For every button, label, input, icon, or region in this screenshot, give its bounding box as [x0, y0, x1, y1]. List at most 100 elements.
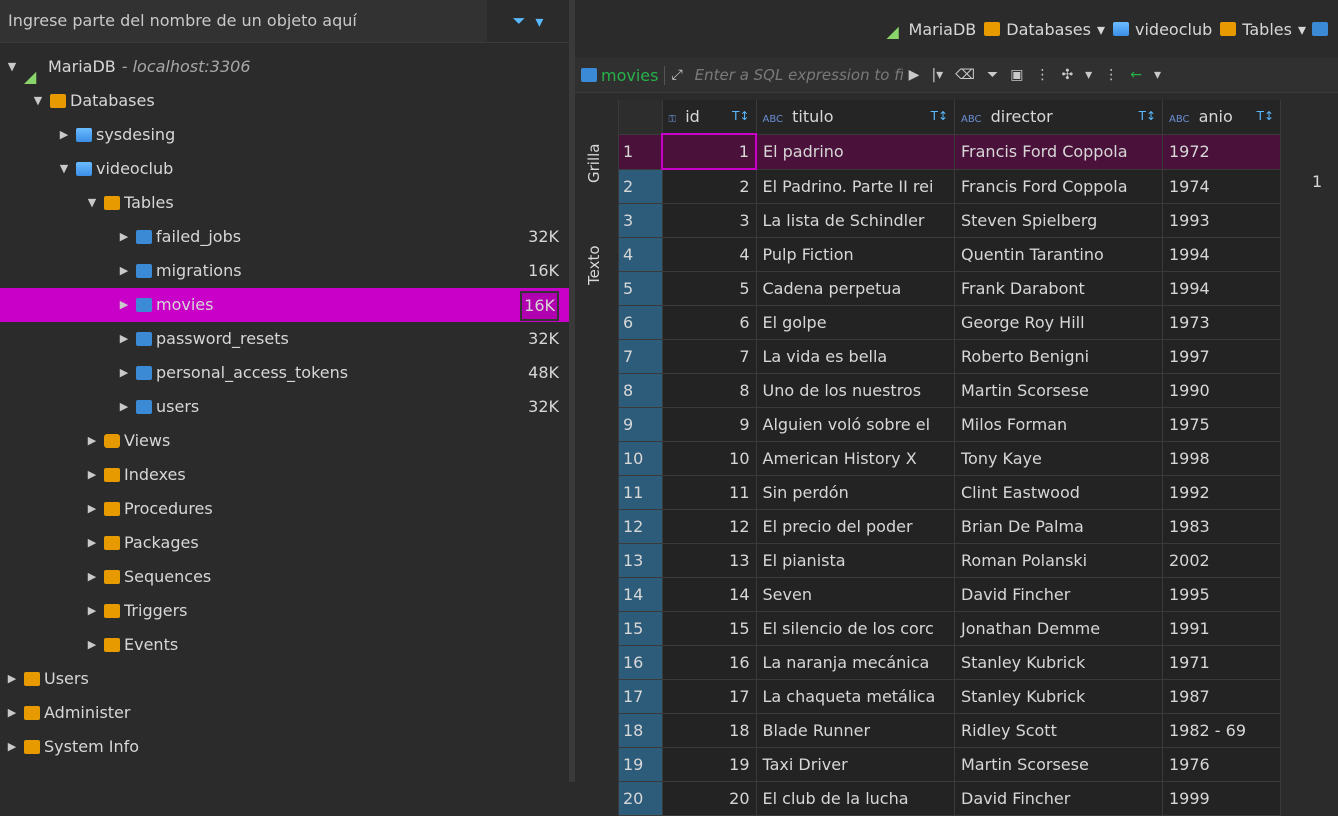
- row-number-cell[interactable]: 13: [618, 543, 663, 578]
- chevron-right-icon[interactable]: ▶: [6, 696, 18, 730]
- chevron-down-icon[interactable]: ▼: [58, 152, 70, 186]
- tree-item-databases[interactable]: ▼ Databases: [0, 84, 569, 118]
- table-row[interactable]: 18 18 Blade Runner Ridley Scott 1982 - 69: [618, 713, 1281, 748]
- run-filter-icon[interactable]: ▶: [909, 67, 920, 83]
- cell-director[interactable]: George Roy Hill: [954, 305, 1163, 340]
- table-row[interactable]: 11 11 Sin perdón Clint Eastwood 1992: [618, 475, 1281, 510]
- cell-id[interactable]: 1: [661, 133, 757, 170]
- row-number-cell[interactable]: 19: [618, 747, 663, 782]
- cell-director[interactable]: Martin Scorsese: [954, 747, 1163, 782]
- cell-anio[interactable]: 1998: [1162, 441, 1281, 476]
- chevron-down-icon[interactable]: ▾: [1097, 20, 1105, 39]
- table-row[interactable]: 12 12 El precio del poder Brian De Palma 198…: [618, 509, 1281, 544]
- cell-titulo[interactable]: La naranja mecánica: [756, 645, 955, 680]
- erase-filter-icon[interactable]: ⌫: [955, 67, 975, 83]
- cell-director[interactable]: Tony Kaye: [954, 441, 1163, 476]
- cell-director[interactable]: Roberto Benigni: [954, 339, 1163, 374]
- row-number-cell[interactable]: 2: [618, 169, 663, 204]
- row-number-cell[interactable]: 10: [618, 441, 663, 476]
- row-number-cell[interactable]: 15: [618, 611, 663, 646]
- tree-item-packages[interactable]: ▶ Packages: [0, 526, 569, 560]
- tree-item-indexes[interactable]: ▶ Indexes: [0, 458, 569, 492]
- row-number-cell[interactable]: 6: [618, 305, 663, 340]
- cell-titulo[interactable]: Alguien voló sobre el: [756, 407, 955, 442]
- cell-titulo[interactable]: American History X: [756, 441, 955, 476]
- tree-item-database[interactable]: ▶ sysdesing: [0, 118, 569, 152]
- column-header-anio[interactable]: ABC anio T↕: [1162, 100, 1281, 135]
- filter-dropdown-icon[interactable]: ▾: [535, 12, 543, 31]
- row-number-cell[interactable]: 17: [618, 679, 663, 714]
- cell-anio[interactable]: 1991: [1162, 611, 1281, 646]
- cell-id[interactable]: 11: [662, 475, 757, 510]
- cell-titulo[interactable]: Seven: [756, 577, 955, 612]
- row-number-cell[interactable]: 14: [618, 577, 663, 612]
- column-header-director[interactable]: ABC director T↕: [954, 100, 1163, 135]
- cell-anio[interactable]: 1999: [1162, 781, 1281, 816]
- cell-titulo[interactable]: Cadena perpetua: [756, 271, 955, 306]
- filter-icon[interactable]: ⏷: [513, 11, 526, 31]
- row-number-cell[interactable]: 4: [618, 237, 663, 272]
- cell-anio[interactable]: 1973: [1162, 305, 1281, 340]
- dropdown-icon[interactable]: ▾: [1154, 67, 1161, 83]
- tree-item-triggers[interactable]: ▶ Triggers: [0, 594, 569, 628]
- tree-item-database[interactable]: ▼ videoclub: [0, 152, 569, 186]
- table-row[interactable]: 4 4 Pulp Fiction Quentin Tarantino 1994: [618, 237, 1281, 272]
- table-row[interactable]: 2 2 El Padrino. Parte II rei Francis Ford C…: [618, 169, 1281, 204]
- column-filter-icon[interactable]: T↕: [1257, 109, 1274, 123]
- tab-grilla[interactable]: Grilla: [585, 118, 617, 208]
- cell-titulo[interactable]: El precio del poder: [756, 509, 955, 544]
- cell-anio[interactable]: 1997: [1162, 339, 1281, 374]
- row-number-cell[interactable]: 9: [618, 407, 663, 442]
- cell-id[interactable]: 15: [662, 611, 757, 646]
- table-row[interactable]: 14 14 Seven David Fincher 1995: [618, 577, 1281, 612]
- column-filter-icon[interactable]: T↕: [1139, 109, 1156, 123]
- cell-id[interactable]: 3: [662, 203, 757, 238]
- row-number-cell[interactable]: 11: [618, 475, 663, 510]
- cell-anio[interactable]: 1995: [1162, 577, 1281, 612]
- cell-anio[interactable]: 1992: [1162, 475, 1281, 510]
- cell-anio[interactable]: 2002: [1162, 543, 1281, 578]
- cell-director[interactable]: Ridley Scott: [954, 713, 1163, 748]
- tree-item-events[interactable]: ▶ Events: [0, 628, 569, 662]
- cell-anio[interactable]: 1974: [1162, 169, 1281, 204]
- column-filter-icon[interactable]: T↕: [732, 109, 749, 123]
- cell-anio[interactable]: 1993: [1162, 203, 1281, 238]
- cell-id[interactable]: 2: [662, 169, 757, 204]
- filter-history-icon[interactable]: |▾: [931, 67, 943, 83]
- results-tab[interactable]: movies: [575, 65, 666, 85]
- tree-item-users[interactable]: ▶ Users: [0, 662, 569, 696]
- tree-item-table[interactable]: ▶ failed_jobs 32K: [0, 220, 569, 254]
- chevron-right-icon[interactable]: ▶: [86, 458, 98, 492]
- tab-texto[interactable]: Texto: [585, 220, 617, 310]
- column-header-titulo[interactable]: ABC titulo T↕: [756, 100, 955, 135]
- chevron-right-icon[interactable]: ▶: [118, 220, 130, 254]
- cell-director[interactable]: Stanley Kubrick: [954, 645, 1163, 680]
- cell-id[interactable]: 7: [662, 339, 757, 374]
- cell-anio[interactable]: 1982 - 69: [1162, 713, 1281, 748]
- cell-director[interactable]: Steven Spielberg: [954, 203, 1163, 238]
- crumb-databases[interactable]: Databases ▾: [984, 20, 1105, 39]
- table-row[interactable]: 13 13 El pianista Roman Polanski 2002: [618, 543, 1281, 578]
- cell-titulo[interactable]: El silencio de los corc: [756, 611, 955, 646]
- crumb-connection[interactable]: ◢ MariaDB: [887, 20, 977, 42]
- cell-titulo[interactable]: El pianista: [756, 543, 955, 578]
- cell-id[interactable]: 17: [662, 679, 757, 714]
- cell-titulo[interactable]: El club de la lucha: [756, 781, 955, 816]
- cell-id[interactable]: 9: [662, 407, 757, 442]
- cell-titulo[interactable]: Blade Runner: [756, 713, 955, 748]
- tree-item-administer[interactable]: ▶ Administer: [0, 696, 569, 730]
- cell-anio[interactable]: 1975: [1162, 407, 1281, 442]
- back-arrow-icon[interactable]: ←: [1130, 67, 1142, 83]
- cell-titulo[interactable]: Taxi Driver: [756, 747, 955, 782]
- tree-item-tables[interactable]: ▼ Tables: [0, 186, 569, 220]
- tree-item-table[interactable]: ▶ personal_access_tokens 48K: [0, 356, 569, 390]
- cell-titulo[interactable]: Sin perdón: [756, 475, 955, 510]
- settings-icon[interactable]: ✣: [1061, 67, 1073, 83]
- cell-titulo[interactable]: El golpe: [756, 305, 955, 340]
- column-filter-icon[interactable]: T↕: [931, 109, 948, 123]
- row-number-cell[interactable]: 18: [618, 713, 663, 748]
- row-number-cell[interactable]: 1: [618, 134, 663, 170]
- chevron-down-icon[interactable]: ▼: [86, 186, 98, 220]
- table-row[interactable]: 5 5 Cadena perpetua Frank Darabont 1994: [618, 271, 1281, 306]
- cell-anio[interactable]: 1976: [1162, 747, 1281, 782]
